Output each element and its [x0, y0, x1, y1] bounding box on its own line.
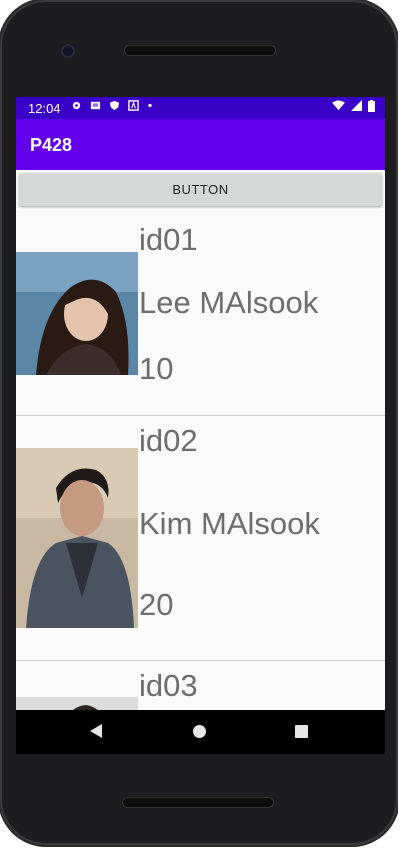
item-photo [16, 252, 138, 375]
content-area: BUTTON id01 Lee MAlsook 10 id02 Kim MAls… [16, 170, 385, 710]
item-photo [16, 448, 138, 628]
device-screen: 12:04 P428 BUTTON id01 Lee MAlsook 10 id… [16, 97, 385, 710]
item-value: 20 [139, 587, 174, 622]
dot-icon [147, 100, 153, 114]
item-photo [16, 697, 138, 710]
gear-icon [71, 100, 82, 114]
app-title: P428 [30, 135, 73, 155]
camera-icon [61, 44, 75, 58]
status-bar: 12:04 [16, 97, 385, 119]
item-value: 10 [139, 351, 174, 386]
home-icon[interactable] [193, 725, 206, 738]
status-time: 12:04 [28, 101, 61, 116]
status-right-icons [332, 100, 375, 115]
item-name: Kim MAlsook [139, 506, 320, 541]
list-item[interactable]: id01 Lee MAlsook 10 [16, 210, 385, 416]
item-name: Lee MAlsook [139, 285, 319, 320]
battery-icon [368, 100, 375, 115]
status-left-icons [71, 100, 153, 114]
item-list[interactable]: id01 Lee MAlsook 10 id02 Kim MAlsook 20 … [16, 210, 385, 710]
message-icon [90, 100, 101, 114]
item-id: id01 [139, 222, 198, 257]
app-bar: P428 [16, 119, 385, 170]
top-speaker [124, 45, 276, 56]
item-id: id03 [139, 668, 198, 703]
list-item[interactable]: id03 [16, 661, 385, 710]
main-button[interactable]: BUTTON [19, 173, 382, 206]
wifi-icon [332, 100, 345, 115]
item-id: id02 [139, 423, 198, 458]
shield-icon [109, 100, 120, 114]
navigation-bar [16, 710, 385, 754]
recents-icon[interactable] [295, 725, 308, 738]
signal-icon [351, 100, 362, 115]
back-icon[interactable] [90, 724, 102, 738]
background-edge [398, 0, 406, 851]
a-icon [128, 100, 139, 114]
list-item[interactable]: id02 Kim MAlsook 20 [16, 416, 385, 661]
bottom-speaker [122, 797, 274, 808]
